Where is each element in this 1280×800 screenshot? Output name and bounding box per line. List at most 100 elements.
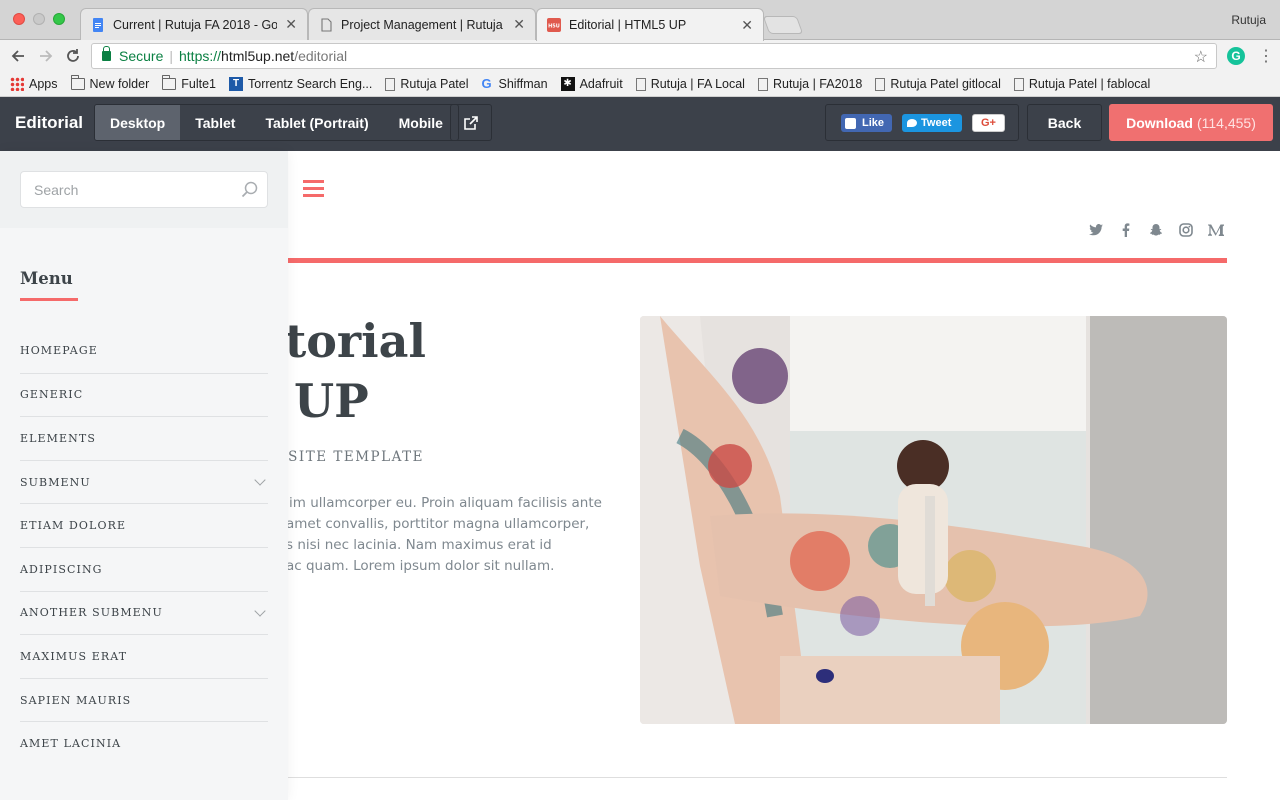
bookmark-star-icon[interactable]: ☆ bbox=[1194, 47, 1208, 67]
menu-item-etiam-dolore[interactable]: ETIAM DOLORE bbox=[20, 503, 268, 547]
viewport-mobile-button[interactable]: Mobile bbox=[384, 105, 458, 140]
menu-item-label: ANOTHER SUBMENU bbox=[20, 606, 163, 620]
viewport-tablet-portrait-button[interactable]: Tablet (Portrait) bbox=[250, 105, 383, 140]
grammarly-extension-icon[interactable]: G bbox=[1227, 47, 1245, 65]
bookmark-fulte1[interactable]: Fulte1 bbox=[162, 75, 216, 91]
instagram-icon[interactable] bbox=[1178, 222, 1194, 238]
close-window-button[interactable] bbox=[13, 13, 25, 25]
bookmark-adafruit[interactable]: ✱ Adafruit bbox=[560, 77, 623, 91]
back-button[interactable]: Back bbox=[1027, 104, 1102, 141]
menu-item-sapien-mauris[interactable]: SAPIEN MAURIS bbox=[20, 677, 268, 722]
bookmark-rutuja-patel[interactable]: Rutuja Patel bbox=[385, 77, 468, 91]
bookmark-label: Rutuja Patel gitlocal bbox=[890, 77, 1001, 91]
viewport-switcher: Desktop Tablet Tablet (Portrait) Mobile bbox=[94, 104, 459, 141]
menu-item-amet-lacinia[interactable]: AMET LACINIA bbox=[20, 721, 268, 765]
svg-text:H5U: H5U bbox=[548, 24, 560, 30]
like-label: Like bbox=[862, 117, 885, 129]
reload-icon[interactable] bbox=[63, 46, 83, 66]
social-share-group: Like Tweet G+ bbox=[825, 104, 1019, 141]
chevron-down-icon[interactable] bbox=[254, 474, 266, 486]
menu-item-label: AMET LACINIA bbox=[20, 737, 122, 751]
banner-paragraph-line: ac quam. Lorem ipsum dolor sit nullam. bbox=[286, 558, 555, 574]
twitter-bird-icon bbox=[907, 119, 917, 127]
download-button[interactable]: Download (114,455) bbox=[1109, 104, 1273, 141]
tab-title: Current | Rutuja FA 2018 - Goo bbox=[113, 17, 278, 32]
bookmark-torrentz[interactable]: T Torrentz Search Eng... bbox=[229, 77, 372, 91]
bookmark-label: New folder bbox=[89, 77, 150, 91]
url-path: /editorial bbox=[294, 48, 348, 64]
search-input[interactable] bbox=[20, 171, 268, 208]
google-plus-button[interactable]: G+ bbox=[972, 114, 1005, 132]
menu-item-label: MAXIMUS ERAT bbox=[20, 649, 128, 663]
menu-item-generic[interactable]: GENERIC bbox=[20, 372, 268, 417]
browser-tab-editorial[interactable]: H5U Editorial | HTML5 UP ✕ bbox=[536, 8, 764, 41]
page-icon bbox=[1013, 77, 1024, 91]
browser-tab-project-management[interactable]: Project Management | Rutuja P ✕ bbox=[308, 8, 536, 40]
url-scheme: https:// bbox=[179, 48, 222, 64]
preview-bar: Editorial Desktop Tablet Tablet (Portrai… bbox=[0, 97, 1280, 151]
bookmark-fa-local[interactable]: Rutuja | FA Local bbox=[635, 77, 745, 91]
browser-tab-current[interactable]: Current | Rutuja FA 2018 - Goo ✕ bbox=[80, 8, 308, 40]
facebook-like-button[interactable]: Like bbox=[841, 114, 892, 132]
bookmark-label: Shiffman bbox=[498, 77, 548, 91]
download-count: (114,455) bbox=[1196, 114, 1256, 131]
tab-title: Editorial | HTML5 UP bbox=[569, 18, 687, 32]
banner-paragraph-line: amet convallis, porttitor magna ullamcor… bbox=[286, 516, 590, 532]
bookmark-fablocal[interactable]: Rutuja Patel | fablocal bbox=[1013, 77, 1150, 91]
download-label: Download bbox=[1126, 114, 1193, 131]
menu-heading-underline bbox=[20, 298, 78, 301]
viewport-tablet-button[interactable]: Tablet bbox=[180, 105, 250, 140]
tweet-button[interactable]: Tweet bbox=[902, 114, 962, 132]
snapchat-icon[interactable] bbox=[1148, 222, 1164, 238]
medium-icon[interactable] bbox=[1208, 222, 1224, 238]
close-tab-icon[interactable]: ✕ bbox=[513, 16, 525, 33]
forward-arrow-icon[interactable] bbox=[36, 46, 56, 66]
secure-label: Secure bbox=[119, 48, 164, 64]
menu-item-elements[interactable]: ELEMENTS bbox=[20, 416, 268, 460]
menu-list: HOMEPAGE GENERIC ELEMENTS SUBMENU ETIAM … bbox=[20, 329, 268, 765]
bookmark-apps[interactable]: Apps bbox=[10, 77, 58, 91]
bookmark-label: Rutuja | FA2018 bbox=[772, 77, 863, 91]
menu-item-maximus-erat[interactable]: MAXIMUS ERAT bbox=[20, 634, 268, 678]
facebook-icon[interactable] bbox=[1118, 222, 1134, 238]
bookmark-new-folder[interactable]: New folder bbox=[70, 75, 150, 91]
search-icon[interactable] bbox=[241, 181, 259, 199]
bookmark-gitlocal[interactable]: Rutuja Patel gitlocal bbox=[875, 77, 1001, 91]
menu-item-another-submenu[interactable]: ANOTHER SUBMENU bbox=[20, 590, 268, 635]
bookmark-fa2018[interactable]: Rutuja | FA2018 bbox=[757, 77, 863, 91]
minimize-window-button[interactable] bbox=[33, 13, 45, 25]
address-separator: | bbox=[169, 48, 173, 64]
menu-item-label: HOMEPAGE bbox=[20, 344, 98, 358]
page-icon bbox=[875, 77, 886, 91]
bookmark-label: Rutuja | FA Local bbox=[650, 77, 745, 91]
open-external-icon[interactable] bbox=[450, 104, 492, 141]
page-icon bbox=[635, 77, 646, 91]
address-bar[interactable]: Secure | https:// html5up.net /editorial… bbox=[91, 43, 1217, 69]
page-icon bbox=[385, 77, 396, 91]
back-arrow-icon[interactable] bbox=[8, 46, 28, 66]
menu-item-homepage[interactable]: HOMEPAGE bbox=[20, 329, 268, 373]
menu-item-label: ADIPISCING bbox=[20, 562, 103, 576]
hamburger-menu-icon[interactable] bbox=[303, 180, 324, 197]
viewport-desktop-button[interactable]: Desktop bbox=[95, 105, 181, 140]
bookmark-shiffman[interactable]: G Shiffman bbox=[481, 77, 548, 92]
bookmark-label: Adafruit bbox=[579, 77, 623, 91]
chevron-down-icon[interactable] bbox=[254, 605, 266, 617]
sidebar-search-section bbox=[0, 151, 288, 228]
header-divider bbox=[288, 258, 1227, 263]
folder-icon bbox=[162, 75, 177, 90]
more-menu-icon[interactable]: ⋮ bbox=[1258, 46, 1274, 66]
twitter-icon[interactable] bbox=[1088, 222, 1104, 238]
url-host: html5up.net bbox=[221, 48, 295, 64]
menu-item-label: ETIAM DOLORE bbox=[20, 519, 127, 533]
profile-name[interactable]: Rutuja bbox=[1231, 13, 1266, 27]
close-tab-icon[interactable]: ✕ bbox=[285, 16, 297, 33]
new-tab-button[interactable] bbox=[762, 16, 804, 34]
torrentz-icon: T bbox=[229, 77, 243, 91]
zoom-window-button[interactable] bbox=[53, 13, 65, 25]
close-tab-icon[interactable]: ✕ bbox=[741, 17, 753, 34]
banner-paragraph: im ullamcorper eu. Proin aliquam facilis… bbox=[242, 493, 602, 577]
menu-item-label: ELEMENTS bbox=[20, 431, 96, 445]
menu-item-submenu[interactable]: SUBMENU bbox=[20, 459, 268, 504]
menu-item-adipiscing[interactable]: ADIPISCING bbox=[20, 546, 268, 591]
